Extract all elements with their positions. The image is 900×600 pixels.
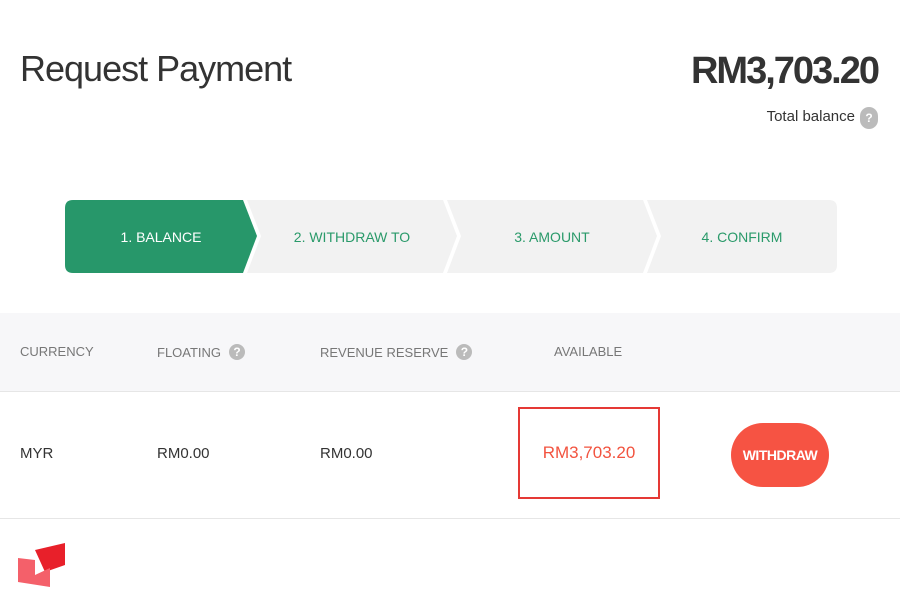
step-label: 1. BALANCE [120, 228, 202, 245]
cell-currency: MYR [20, 445, 54, 462]
cell-floating: RM0.00 [157, 445, 210, 462]
step-label: 4. CONFIRM [701, 228, 783, 245]
total-balance-label: Total balance [766, 108, 855, 125]
column-floating: FLOATING? [157, 344, 246, 360]
column-currency: CURRENCY [20, 344, 94, 359]
column-label: FLOATING [157, 344, 222, 360]
column-label: REVENUE RESERVE [320, 344, 449, 360]
column-available: AVAILABLE [554, 344, 622, 359]
brand-logo-icon [18, 543, 65, 587]
step-withdraw-to[interactable]: 2. WITHDRAW TO [247, 200, 457, 273]
column-revenue-reserve: REVENUE RESERVE? [320, 344, 473, 360]
cell-revenue-reserve: RM0.00 [320, 445, 373, 462]
help-icon[interactable]: ? [860, 107, 878, 129]
cell-available-highlighted: RM3,703.20 [518, 407, 660, 499]
help-icon[interactable]: ? [229, 344, 246, 360]
total-balance-value: RM3,703.20 [690, 50, 880, 92]
column-label: AVAILABLE [554, 344, 623, 359]
help-icon[interactable]: ? [456, 344, 473, 360]
step-balance[interactable]: 1. BALANCE [65, 200, 257, 273]
step-confirm[interactable]: 4. CONFIRM [647, 200, 837, 273]
withdraw-button[interactable]: WITHDRAW [731, 423, 829, 487]
step-label: 2. WITHDRAW TO [293, 228, 411, 245]
stepper: 1. BALANCE 2. WITHDRAW TO 3. AMOUNT 4. C… [65, 200, 837, 273]
step-amount[interactable]: 3. AMOUNT [447, 200, 657, 273]
column-label: CURRENCY [20, 344, 94, 359]
available-value: RM3,703.20 [542, 443, 636, 462]
step-label: 3. AMOUNT [514, 228, 590, 245]
page-title: Request Payment [20, 48, 292, 89]
